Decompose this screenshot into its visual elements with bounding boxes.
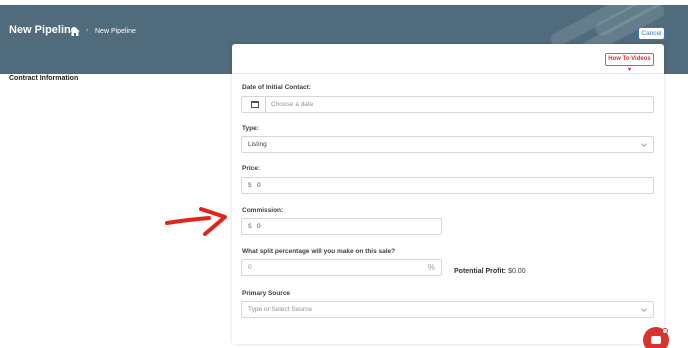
home-icon[interactable] xyxy=(70,27,80,36)
chevron-down-icon xyxy=(641,306,647,312)
page-title: New Pipeline xyxy=(9,24,77,36)
price-value: 0 xyxy=(257,182,261,189)
how-to-videos-label: How To Videos xyxy=(608,56,651,62)
type-value: Listing xyxy=(248,141,267,148)
page: New Pipeline › New Pipeline Cancel Contr… xyxy=(0,0,688,348)
date-placeholder: Choose a date xyxy=(271,101,314,108)
dollar-prefix: $ xyxy=(248,182,252,189)
breadcrumb-separator: › xyxy=(86,27,89,34)
potential-profit-label: Potential Profit: xyxy=(454,268,507,275)
date-initial-contact-label: Date of Initial Contact: xyxy=(242,84,311,91)
potential-profit: Potential Profit: $0.00 xyxy=(454,268,526,275)
type-label: Type: xyxy=(242,125,259,132)
pipeline-form-card: How To Videos ▾ Date of Initial Contact:… xyxy=(232,44,664,344)
how-to-videos-button[interactable]: How To Videos ▾ xyxy=(605,53,654,73)
chat-bubble xyxy=(651,336,661,344)
divider xyxy=(265,97,266,112)
split-percentage-label: What split percentage will you make on t… xyxy=(242,248,396,255)
price-input[interactable]: $ 0 xyxy=(241,177,654,194)
notification-dot xyxy=(662,328,668,334)
calendar-icon[interactable] xyxy=(251,101,259,108)
percent-suffix: % xyxy=(427,263,435,272)
primary-source-placeholder: Type or Select Source xyxy=(248,306,312,313)
breadcrumb-current: New Pipeline xyxy=(95,28,136,35)
commission-input[interactable]: $ 0 xyxy=(241,218,442,235)
dollar-prefix: $ xyxy=(248,223,252,230)
split-percentage-input[interactable]: 0 % xyxy=(241,259,442,276)
divider xyxy=(232,73,664,74)
type-select[interactable]: Listing xyxy=(241,136,654,153)
split-percentage-value: 0 xyxy=(248,264,252,271)
primary-source-select[interactable]: Type or Select Source xyxy=(241,301,654,318)
cancel-button[interactable]: Cancel xyxy=(638,27,665,40)
chevron-down-icon xyxy=(641,141,647,147)
potential-profit-value: $0.00 xyxy=(508,268,526,275)
annotation-arrow xyxy=(165,207,227,236)
primary-source-label: Primary Source xyxy=(242,290,291,297)
price-label: Price: xyxy=(242,165,261,172)
chat-icon[interactable] xyxy=(643,327,669,348)
section-label-contract-information: Contract Information xyxy=(9,75,79,82)
date-initial-contact-input[interactable]: Choose a date xyxy=(241,96,654,113)
commission-value: 0 xyxy=(257,223,261,230)
commission-label: Commission: xyxy=(242,207,284,214)
